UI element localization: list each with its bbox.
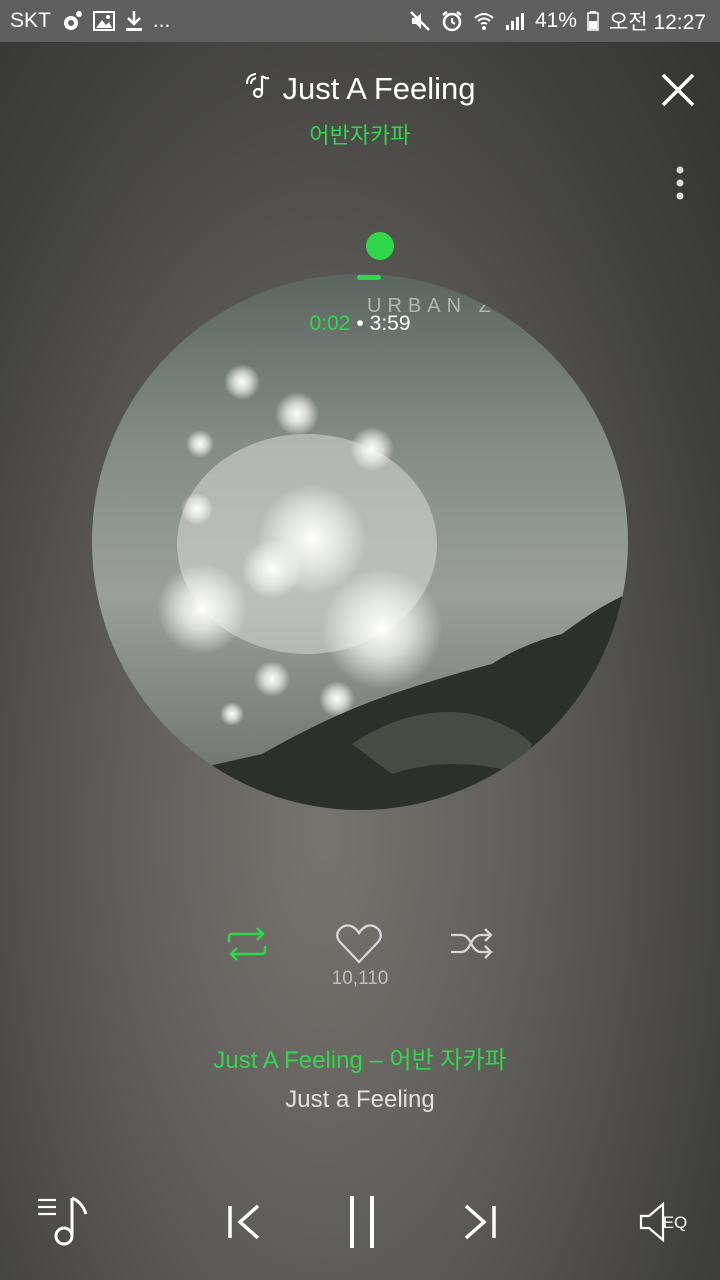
previous-button[interactable] (222, 1198, 266, 1246)
repeat-icon (227, 927, 267, 961)
page-title: Just A Feeling (282, 71, 476, 106)
like-count: 10,110 (331, 968, 389, 989)
image-notification-icon (92, 11, 115, 31)
music-notification-icon (61, 10, 83, 32)
more-vertical-icon (676, 166, 684, 200)
close-icon (661, 73, 695, 107)
next-icon (464, 1204, 496, 1240)
carrier-label: SKT (10, 9, 51, 32)
shuffle-button[interactable] (446, 922, 496, 966)
playlist-button[interactable] (34, 1192, 94, 1248)
clock: 오전 12:27 (608, 11, 706, 34)
seek-handle[interactable] (366, 232, 394, 260)
repeat-button[interactable] (222, 922, 272, 966)
current-time: 0:02 (309, 312, 351, 335)
pause-button[interactable] (340, 1192, 384, 1252)
status-right: 41% 오전 12:27 (409, 6, 706, 36)
total-time: 3:59 (369, 312, 411, 335)
time-separator: • (356, 312, 364, 335)
download-icon (125, 10, 143, 32)
heart-icon (336, 924, 382, 964)
status-left: SKT ... (10, 9, 170, 33)
alarm-icon (441, 10, 463, 32)
song-title-header: Just A Feeling (0, 70, 720, 108)
song-title-artist[interactable]: Just A Feeling – 어반 자카파 (0, 1040, 720, 1075)
progress-bar-fill (357, 275, 381, 280)
more-notifications: ... (152, 9, 171, 32)
wifi-icon (473, 10, 495, 32)
artist-name[interactable]: 어반자카파 (0, 118, 720, 150)
equalizer-button[interactable]: EQ (634, 1200, 690, 1244)
album-title[interactable]: Just a Feeling (0, 1086, 720, 1114)
more-options-button[interactable] (668, 164, 692, 204)
next-button[interactable] (458, 1198, 502, 1246)
playback-time: 0:02 • 3:59 (0, 312, 720, 336)
album-art-image: URBAN Z (92, 274, 628, 810)
shuffle-icon (451, 928, 493, 959)
previous-icon (228, 1204, 260, 1240)
playlist-music-icon (38, 1196, 88, 1246)
status-bar: SKT ... 41% 오전 12:27 (0, 0, 720, 42)
signal-icon (505, 11, 525, 31)
bottom-controls: EQ (0, 1188, 720, 1258)
close-button[interactable] (658, 70, 698, 110)
mute-icon (409, 10, 431, 32)
stream-music-icon (244, 70, 274, 108)
pause-icon (350, 1196, 374, 1248)
album-art[interactable]: URBAN Z (92, 274, 628, 810)
like-button[interactable] (333, 922, 385, 966)
eq-label: EQ (662, 1213, 688, 1232)
battery-icon (587, 11, 599, 31)
battery-percent: 41% (534, 9, 577, 32)
